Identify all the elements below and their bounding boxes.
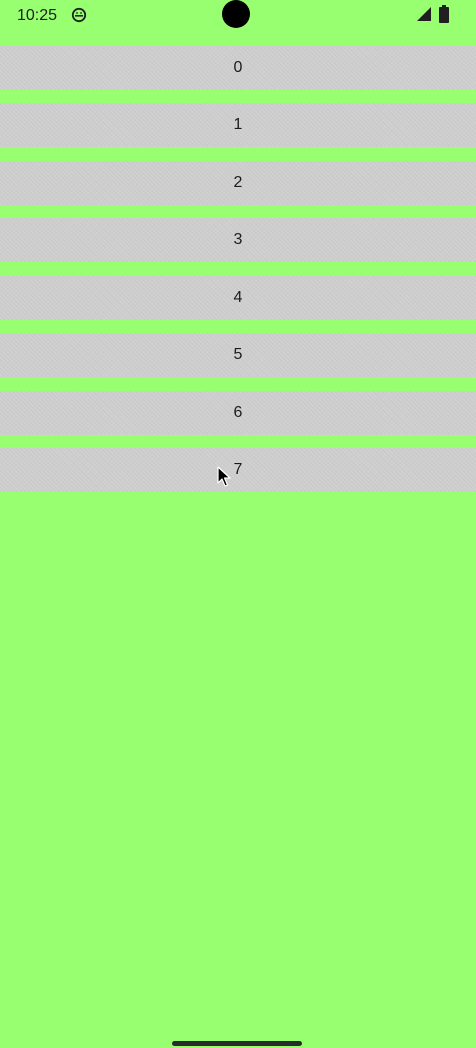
battery-icon [439, 5, 449, 23]
signal-icon [417, 7, 431, 21]
list-item-label: 6 [233, 404, 243, 421]
list-item[interactable]: 0 [0, 46, 476, 90]
list-item-label: 1 [233, 116, 243, 133]
list-item-label: 7 [233, 461, 243, 478]
list-item[interactable]: 1 [0, 103, 476, 147]
list-item[interactable]: 7 [0, 448, 476, 492]
list-item-label: 4 [233, 289, 243, 306]
list-item[interactable]: 2 [0, 161, 476, 205]
status-bar: 10:25 [0, 0, 476, 40]
status-time: 10:25 [17, 7, 58, 24]
list-item-label: 0 [233, 59, 243, 76]
camera-cutout [222, 0, 250, 28]
android-robot-icon [71, 7, 87, 23]
list-item-label: 3 [233, 231, 243, 248]
app-screen: 10:25 0 1 2 3 4 5 6 7 [0, 0, 476, 1048]
list-item-label: 2 [233, 174, 243, 191]
list-item[interactable]: 5 [0, 333, 476, 377]
list-item[interactable]: 6 [0, 391, 476, 435]
list-item[interactable]: 4 [0, 276, 476, 320]
list-item-label: 5 [233, 346, 243, 363]
home-indicator[interactable] [172, 1041, 302, 1046]
list-item[interactable]: 3 [0, 218, 476, 262]
